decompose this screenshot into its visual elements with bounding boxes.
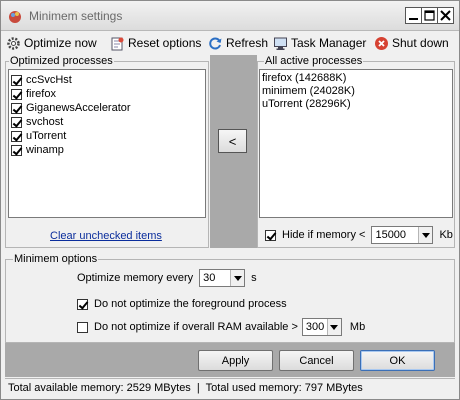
gear-icon bbox=[7, 36, 20, 50]
cancel-button[interactable]: Cancel bbox=[279, 350, 354, 371]
refresh-icon bbox=[209, 37, 222, 49]
list-item[interactable]: svchost bbox=[11, 115, 63, 129]
ram-threshold-unit: Mb bbox=[349, 321, 366, 333]
monitor-icon bbox=[274, 37, 287, 50]
settings-window: Minimem settings Optimize now Reset opti… bbox=[0, 0, 460, 400]
item-label: uTorrent bbox=[26, 130, 67, 142]
power-icon bbox=[375, 36, 388, 50]
close-icon bbox=[440, 10, 451, 21]
shut-down-button[interactable]: Shut down bbox=[374, 34, 449, 52]
item-label: ccSvcHst bbox=[26, 74, 72, 86]
app-icon bbox=[9, 11, 21, 23]
chevron-down-icon[interactable] bbox=[230, 270, 245, 286]
hide-memory-unit: Kb bbox=[439, 229, 453, 241]
item-label: svchost bbox=[26, 116, 64, 128]
optimize-now-label: Optimize now bbox=[24, 36, 97, 50]
ram-label: Do not optimize if overall RAM available… bbox=[94, 321, 298, 333]
item-checkbox[interactable] bbox=[11, 130, 22, 142]
list-item[interactable]: minimem (24028K) bbox=[262, 85, 355, 98]
used-memory-text: Total used memory: 797 MBytes bbox=[205, 381, 363, 394]
refresh-button[interactable]: Refresh bbox=[208, 34, 268, 52]
window-title: Minimem settings bbox=[29, 9, 123, 23]
hide-if-memory-row: Hide if memory < 15000 Kb bbox=[265, 225, 453, 245]
add-to-optimized-button[interactable]: < bbox=[218, 129, 247, 153]
item-checkbox[interactable] bbox=[11, 144, 22, 156]
chevron-down-icon[interactable] bbox=[418, 227, 433, 243]
item-checkbox[interactable] bbox=[11, 88, 22, 100]
hide-if-memory-checkbox[interactable] bbox=[265, 229, 276, 241]
close-button[interactable] bbox=[437, 7, 454, 24]
item-checkbox[interactable] bbox=[11, 74, 22, 86]
active-processes-list[interactable]: firefox (142688K) minimem (24028K) uTorr… bbox=[259, 69, 453, 218]
available-memory-text: Total available memory: 2529 MBytes bbox=[8, 381, 191, 394]
item-label: winamp bbox=[26, 144, 64, 156]
item-label: GiganewsAccelerator bbox=[26, 102, 131, 114]
minimize-icon bbox=[409, 18, 418, 20]
minimize-button[interactable] bbox=[405, 7, 422, 24]
ram-threshold-value: 300 bbox=[305, 321, 325, 333]
optimize-interval-select[interactable]: 30 bbox=[199, 269, 246, 287]
optimize-interval-unit: s bbox=[251, 272, 257, 284]
ram-checkbox[interactable] bbox=[77, 321, 88, 333]
maximize-button[interactable] bbox=[421, 7, 438, 24]
maximize-icon bbox=[424, 10, 435, 21]
hide-memory-select[interactable]: 15000 bbox=[371, 226, 434, 244]
status-bar: Total available memory: 2529 MBytes | To… bbox=[5, 378, 455, 396]
chevron-down-icon[interactable] bbox=[326, 319, 341, 335]
list-item[interactable]: uTorrent bbox=[11, 129, 66, 143]
status-separator: | bbox=[196, 381, 200, 394]
ok-button[interactable]: OK bbox=[360, 350, 435, 371]
optimize-interval-value: 30 bbox=[203, 272, 216, 284]
reset-options-button[interactable]: Reset options bbox=[110, 34, 201, 52]
minimem-options-label: Minimem options bbox=[13, 253, 99, 265]
foreground-option-row: Do not optimize the foreground process bbox=[77, 296, 287, 312]
optimize-every-label: Optimize memory every bbox=[77, 272, 194, 284]
task-manager-button[interactable]: Task Manager bbox=[273, 34, 366, 52]
task-manager-label: Task Manager bbox=[291, 36, 367, 50]
optimize-every-row: Optimize memory every 30 s bbox=[77, 268, 257, 288]
active-processes-label: All active processes bbox=[264, 55, 364, 67]
title-bar: Minimem settings bbox=[1, 1, 459, 31]
list-item[interactable]: ccSvcHst bbox=[11, 73, 72, 87]
item-label: firefox bbox=[26, 88, 56, 100]
item-checkbox[interactable] bbox=[11, 116, 22, 128]
button-bar: Apply Cancel OK bbox=[5, 343, 455, 377]
list-item[interactable]: winamp bbox=[11, 143, 64, 157]
ram-threshold-select[interactable]: 300 bbox=[301, 318, 342, 336]
clear-unchecked-link[interactable]: Clear unchecked items bbox=[50, 230, 162, 242]
refresh-label: Refresh bbox=[226, 36, 269, 50]
foreground-checkbox[interactable] bbox=[77, 298, 88, 310]
ram-option-row: Do not optimize if overall RAM available… bbox=[77, 317, 365, 337]
list-item[interactable]: uTorrent (28296K) bbox=[262, 98, 351, 111]
item-checkbox[interactable] bbox=[11, 102, 22, 114]
optimized-processes-label: Optimized processes bbox=[9, 55, 114, 67]
hide-if-memory-label: Hide if memory < bbox=[282, 229, 366, 241]
foreground-label: Do not optimize the foreground process bbox=[94, 298, 287, 310]
list-item[interactable]: firefox (142688K) bbox=[262, 72, 346, 85]
apply-button[interactable]: Apply bbox=[198, 350, 273, 371]
list-item[interactable]: GiganewsAccelerator bbox=[11, 101, 131, 115]
optimize-now-button[interactable]: Optimize now bbox=[6, 34, 97, 52]
hide-memory-value: 15000 bbox=[375, 229, 407, 241]
toolbar: Optimize now Reset options Refresh Task … bbox=[1, 32, 459, 54]
optimized-processes-list[interactable]: ccSvcHst firefox GiganewsAccelerator svc… bbox=[8, 69, 206, 218]
reset-options-label: Reset options bbox=[128, 36, 202, 50]
document-reset-icon bbox=[111, 37, 124, 50]
list-item[interactable]: firefox bbox=[11, 87, 56, 101]
shut-down-label: Shut down bbox=[392, 36, 449, 50]
